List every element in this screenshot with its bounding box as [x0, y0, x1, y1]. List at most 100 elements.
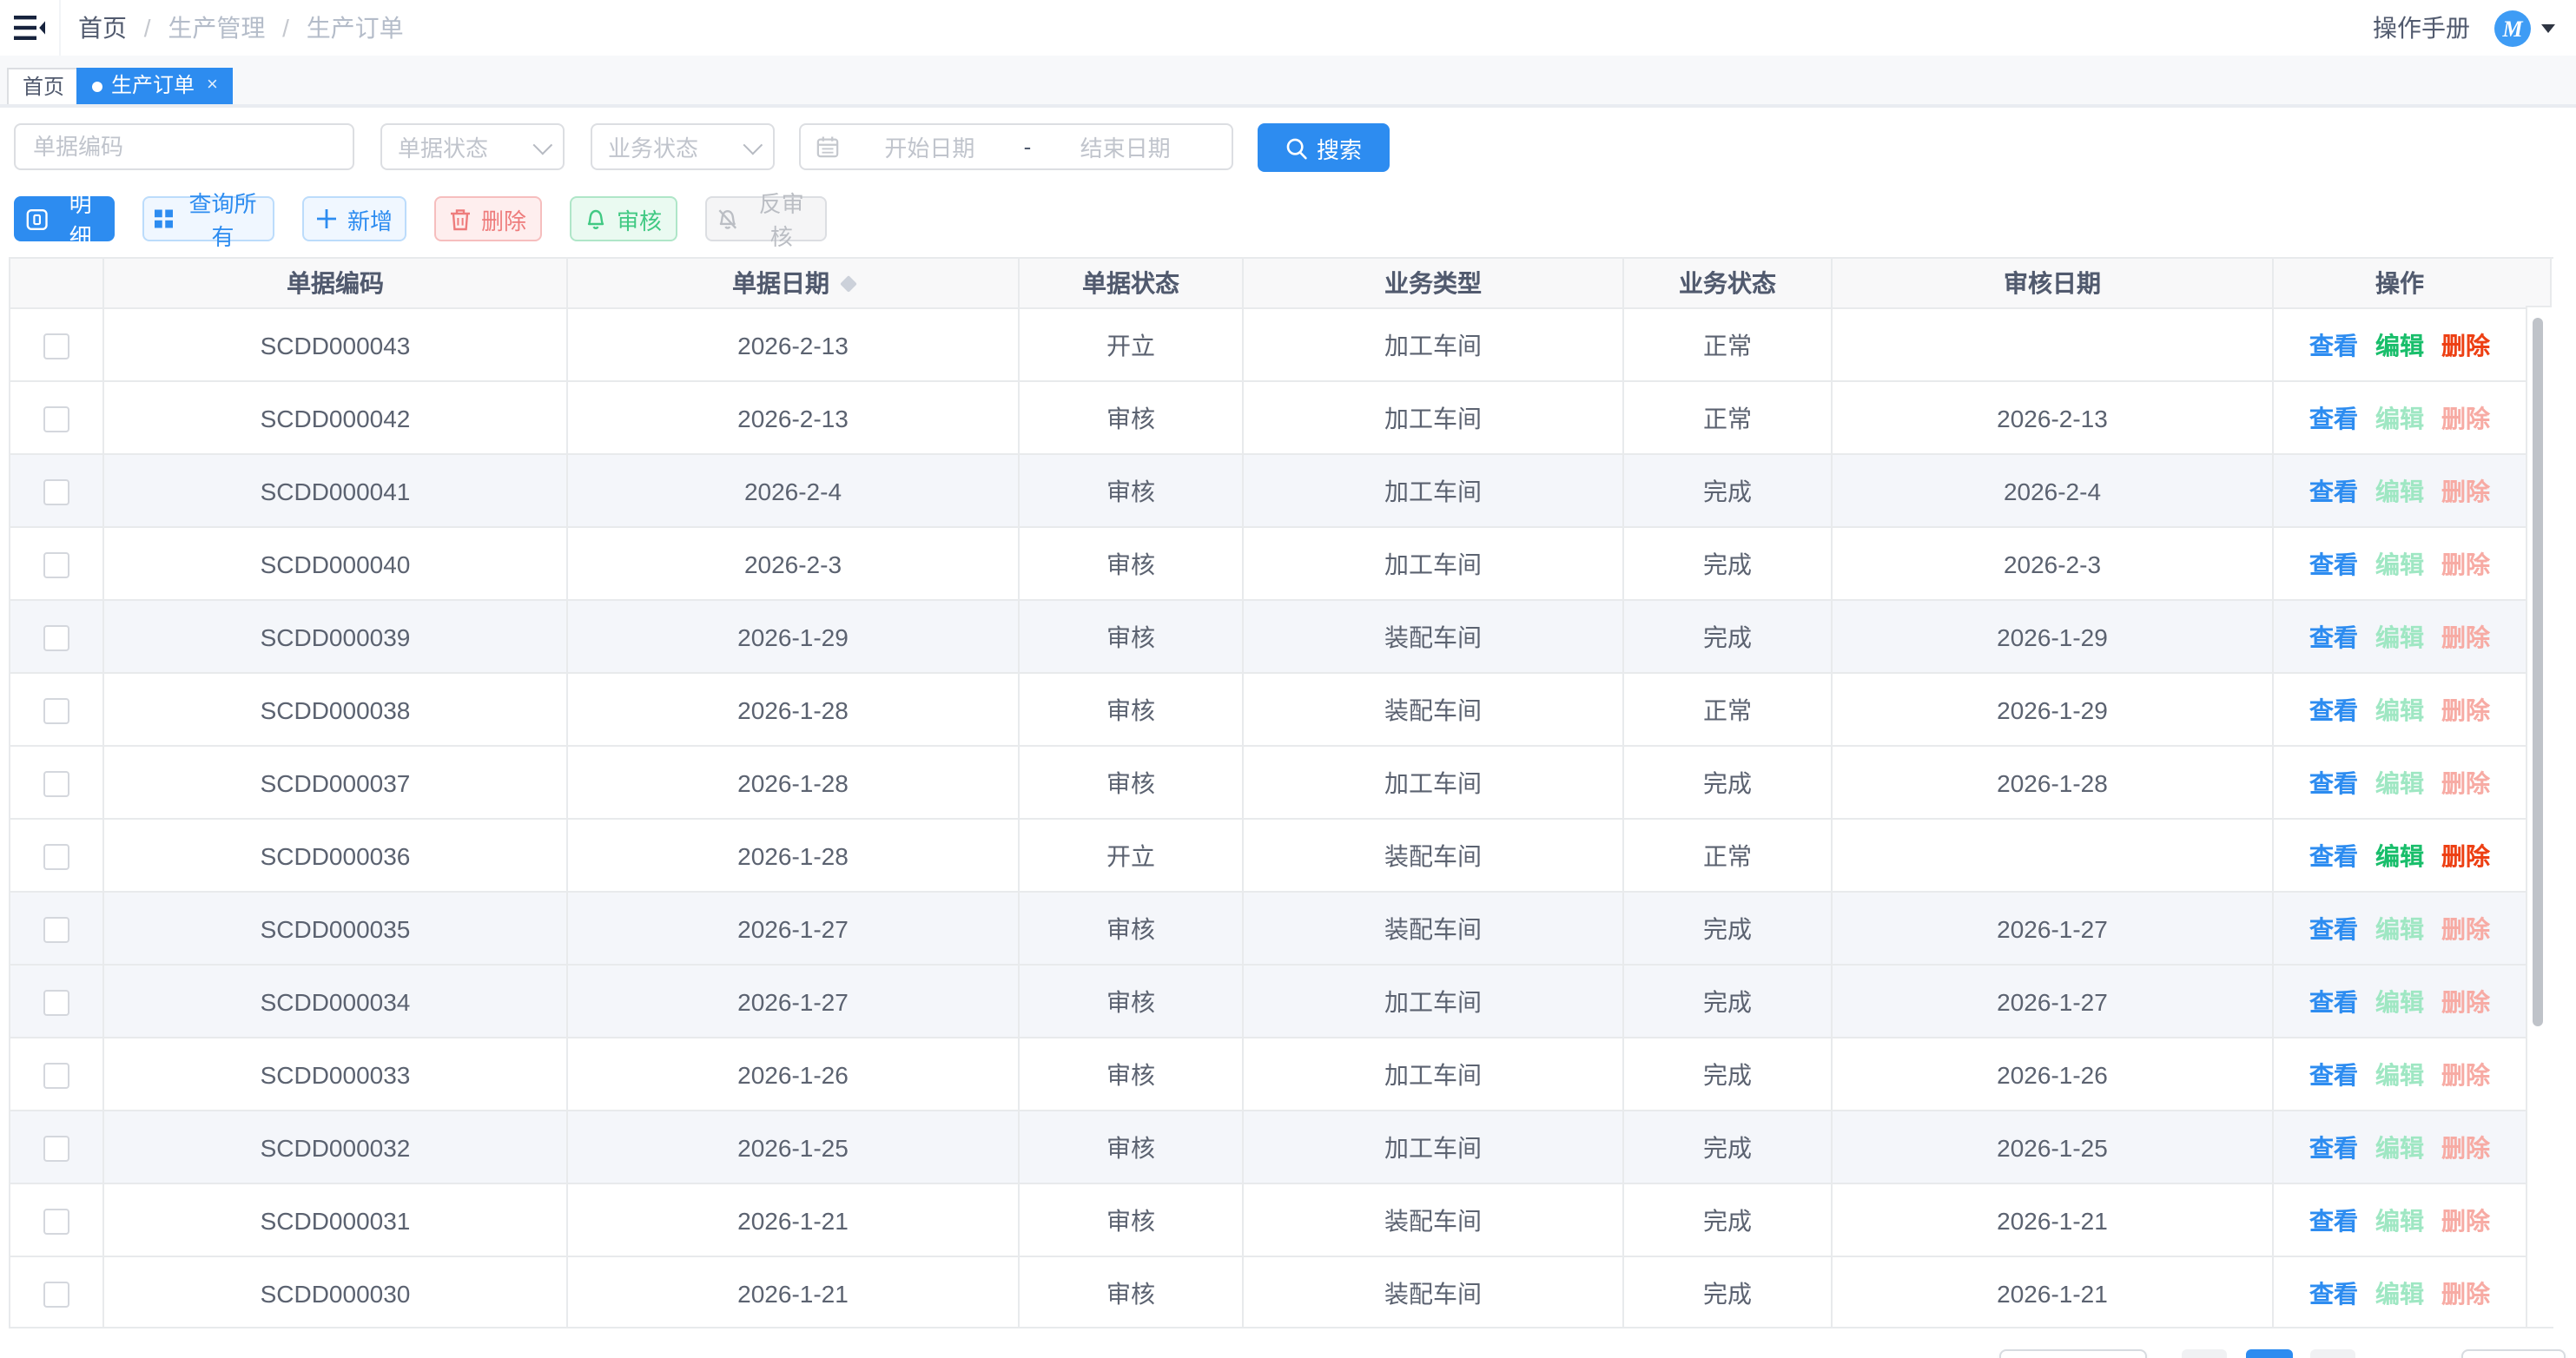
edit-link[interactable]: 编辑	[2375, 987, 2424, 1015]
delete-button[interactable]: 删除	[434, 196, 542, 241]
col-bill-date[interactable]: 单据日期	[567, 259, 1019, 308]
query-all-button[interactable]: 查询所有	[142, 196, 274, 241]
view-link[interactable]: 查看	[2309, 1060, 2358, 1088]
view-link[interactable]: 查看	[2309, 987, 2358, 1015]
delete-link[interactable]: 删除	[2441, 768, 2490, 796]
row-checkbox[interactable]	[43, 479, 69, 505]
biz-status-cell: 正常	[1623, 819, 1832, 892]
bill-code-cell: SCDD000036	[103, 819, 567, 892]
page-jump-select[interactable]	[2461, 1349, 2566, 1358]
page-size-select[interactable]	[1999, 1349, 2147, 1358]
add-button[interactable]: 新增	[302, 196, 406, 241]
breadcrumb-home[interactable]: 首页	[78, 14, 127, 42]
tab-label: 生产订单	[111, 68, 195, 104]
edit-link[interactable]: 编辑	[2375, 550, 2424, 577]
edit-link[interactable]: 编辑	[2375, 841, 2424, 869]
view-link[interactable]: 查看	[2309, 768, 2358, 796]
bill-date-cell: 2026-1-28	[567, 673, 1019, 746]
audit-button[interactable]: 审核	[570, 196, 677, 241]
biz-status-cell: 完成	[1623, 892, 1832, 965]
bill-code-input[interactable]	[14, 123, 354, 170]
delete-link[interactable]: 删除	[2441, 331, 2490, 359]
view-link[interactable]: 查看	[2309, 1206, 2358, 1234]
delete-link[interactable]: 删除	[2441, 987, 2490, 1015]
view-link[interactable]: 查看	[2309, 914, 2358, 942]
table-row: SCDD0000322026-1-25审核加工车间完成2026-1-25查看编辑…	[10, 1111, 2526, 1183]
edit-link[interactable]: 编辑	[2375, 1133, 2424, 1161]
tab-close-icon[interactable]: ×	[207, 68, 218, 104]
delete-link[interactable]: 删除	[2441, 623, 2490, 650]
avatar[interactable]: M	[2494, 10, 2531, 47]
edit-link[interactable]: 编辑	[2375, 331, 2424, 359]
view-link[interactable]: 查看	[2309, 404, 2358, 432]
actions-cell: 查看编辑删除	[2273, 1183, 2526, 1256]
tab-production-order[interactable]: 生产订单 ×	[76, 68, 234, 104]
row-checkbox[interactable]	[43, 625, 69, 651]
edit-link[interactable]: 编辑	[2375, 404, 2424, 432]
row-select-cell	[10, 308, 103, 381]
delete-link[interactable]: 删除	[2441, 914, 2490, 942]
delete-link[interactable]: 删除	[2441, 477, 2490, 504]
row-checkbox[interactable]	[43, 333, 69, 359]
delete-link[interactable]: 删除	[2441, 841, 2490, 869]
date-range-picker[interactable]: 开始日期 - 结束日期	[799, 123, 1233, 170]
manual-link[interactable]: 操作手册	[2373, 0, 2470, 56]
view-link[interactable]: 查看	[2309, 623, 2358, 650]
row-checkbox[interactable]	[43, 1136, 69, 1162]
edit-link[interactable]: 编辑	[2375, 914, 2424, 942]
row-checkbox[interactable]	[43, 552, 69, 578]
row-checkbox[interactable]	[43, 1063, 69, 1089]
bill-date-cell: 2026-1-28	[567, 819, 1019, 892]
row-checkbox[interactable]	[43, 698, 69, 724]
sort-icon[interactable]	[839, 275, 856, 293]
prev-page-button[interactable]	[2182, 1349, 2227, 1358]
edit-link[interactable]: 编辑	[2375, 768, 2424, 796]
row-checkbox[interactable]	[43, 1209, 69, 1235]
delete-link[interactable]: 删除	[2441, 1060, 2490, 1088]
edit-link[interactable]: 编辑	[2375, 1279, 2424, 1307]
delete-link[interactable]: 删除	[2441, 695, 2490, 723]
breadcrumb-production-order[interactable]: 生产订单	[307, 14, 404, 42]
start-date-placeholder[interactable]: 开始日期	[839, 130, 1020, 163]
edit-link[interactable]: 编辑	[2375, 623, 2424, 650]
delete-link[interactable]: 删除	[2441, 1279, 2490, 1307]
end-date-placeholder[interactable]: 结束日期	[1034, 130, 1216, 163]
view-link[interactable]: 查看	[2309, 1279, 2358, 1307]
sidebar-fold-icon[interactable]	[14, 16, 45, 40]
delete-link[interactable]: 删除	[2441, 1133, 2490, 1161]
current-page-button[interactable]	[2246, 1349, 2293, 1358]
biz-status-select[interactable]: 业务状态	[591, 123, 775, 170]
biz-type-cell: 装配车间	[1243, 600, 1623, 673]
actions-cell: 查看编辑删除	[2273, 454, 2526, 527]
delete-link[interactable]: 删除	[2441, 550, 2490, 577]
row-checkbox[interactable]	[43, 771, 69, 797]
row-checkbox[interactable]	[43, 917, 69, 943]
row-checkbox[interactable]	[43, 406, 69, 432]
vertical-scrollbar[interactable]	[2533, 318, 2543, 1026]
delete-link[interactable]: 删除	[2441, 1206, 2490, 1234]
view-link[interactable]: 查看	[2309, 331, 2358, 359]
edit-link[interactable]: 编辑	[2375, 477, 2424, 504]
edit-link[interactable]: 编辑	[2375, 1206, 2424, 1234]
view-link[interactable]: 查看	[2309, 1133, 2358, 1161]
next-page-button[interactable]	[2310, 1349, 2355, 1358]
delete-link[interactable]: 删除	[2441, 404, 2490, 432]
view-link[interactable]: 查看	[2309, 841, 2358, 869]
edit-link[interactable]: 编辑	[2375, 695, 2424, 723]
breadcrumb-production-management[interactable]: 生产管理	[168, 14, 265, 42]
bill-date-cell: 2026-2-13	[567, 308, 1019, 381]
row-checkbox[interactable]	[43, 990, 69, 1016]
search-button[interactable]: 搜索	[1258, 123, 1390, 172]
view-link[interactable]: 查看	[2309, 550, 2358, 577]
row-checkbox[interactable]	[43, 1282, 69, 1308]
bill-status-select[interactable]: 单据状态	[380, 123, 565, 170]
unaudit-button[interactable]: 反审核	[705, 196, 827, 241]
detail-button[interactable]: 明细	[14, 196, 115, 241]
view-link[interactable]: 查看	[2309, 695, 2358, 723]
tab-home[interactable]: 首页	[7, 68, 80, 104]
view-link[interactable]: 查看	[2309, 477, 2358, 504]
bill-status-cell: 审核	[1019, 965, 1243, 1038]
user-menu-caret-icon[interactable]	[2541, 24, 2555, 33]
edit-link[interactable]: 编辑	[2375, 1060, 2424, 1088]
row-checkbox[interactable]	[43, 844, 69, 870]
